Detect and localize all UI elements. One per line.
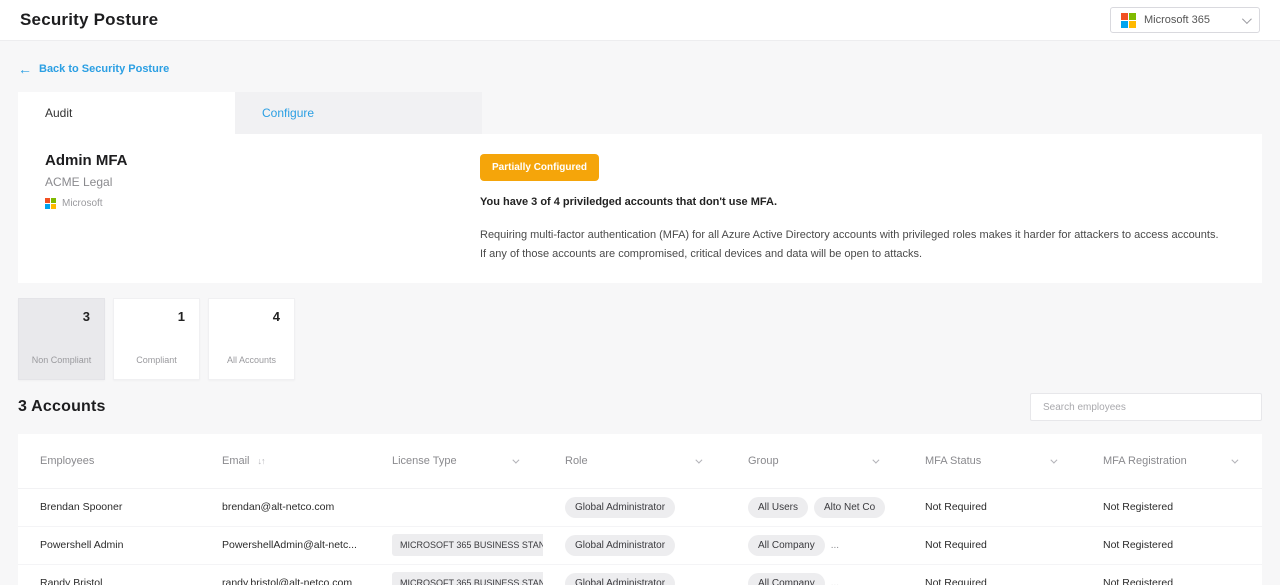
tab-bar: Audit Configure: [18, 92, 1262, 134]
table-row[interactable]: Brendan Spooner brendan@alt-netco.com Gl…: [18, 488, 1262, 526]
column-chevron-icon[interactable]: [695, 456, 702, 463]
stat-label: All Accounts: [209, 354, 294, 368]
group-more-indicator: ...: [831, 578, 839, 585]
license-pill: MICROSOFT 365 BUSINESS STAN: [392, 534, 543, 556]
cell-license: MICROSOFT 365 BUSINESS STAN: [370, 526, 543, 564]
detail-card: Admin MFA ACME Legal Microsoft Partially…: [18, 134, 1262, 283]
column-label: Role: [565, 455, 588, 467]
column-header[interactable]: Employees: [18, 434, 200, 488]
group-pill: All Users: [748, 497, 808, 518]
cell-mfa-registration: Not Registered: [1081, 526, 1262, 564]
cell-employee: Brendan Spooner: [18, 488, 200, 526]
stat-value: 1: [178, 309, 185, 324]
detail-card-left: Admin MFA ACME Legal Microsoft: [45, 152, 480, 263]
column-chevron-icon[interactable]: [512, 456, 519, 463]
stat-label: Non Compliant: [19, 354, 104, 368]
column-label: Group: [748, 455, 779, 467]
search-input[interactable]: [1030, 393, 1262, 421]
accounts-heading: 3 Accounts: [18, 398, 106, 416]
table-body: Brendan Spooner brendan@alt-netco.com Gl…: [18, 488, 1262, 585]
column-label: License Type: [392, 455, 457, 467]
stat-card-non-compliant[interactable]: 3 Non Compliant: [18, 298, 105, 380]
stat-cards: 3 Non Compliant 1 Compliant 4 All Accoun…: [18, 298, 1262, 380]
status-badge: Partially Configured: [480, 154, 599, 181]
group-pill: Alto Net Co: [814, 497, 885, 518]
column-header[interactable]: Role: [543, 434, 726, 488]
column-label: MFA Registration: [1103, 455, 1187, 467]
tenant-selector[interactable]: Microsoft 365: [1110, 7, 1260, 33]
license-pill: MICROSOFT 365 BUSINESS STAN: [392, 572, 543, 585]
cell-group: All Users Alto Net Co: [726, 488, 903, 526]
group-pill: All Company: [748, 573, 825, 585]
accounts-header: 3 Accounts: [18, 393, 1262, 421]
back-arrow-icon: ←: [18, 62, 32, 76]
accounts-table: Employees Email ↓↑ License Type Role Gro…: [18, 434, 1262, 585]
stat-card-all-accounts[interactable]: 4 All Accounts: [208, 298, 295, 380]
table-header-row: Employees Email ↓↑ License Type Role Gro…: [18, 434, 1262, 488]
tab-configure[interactable]: Configure: [235, 92, 482, 134]
back-row: ← Back to Security Posture: [0, 41, 1280, 92]
role-pill: Global Administrator: [565, 573, 675, 585]
cell-mfa-status: Not Required: [903, 564, 1081, 585]
cell-license: MICROSOFT 365 BUSINESS STAN: [370, 564, 543, 585]
cell-employee: Powershell Admin: [18, 526, 200, 564]
page-title: Security Posture: [20, 10, 158, 30]
cell-mfa-status: Not Required: [903, 488, 1081, 526]
cell-role: Global Administrator: [543, 564, 726, 585]
column-header[interactable]: Group: [726, 434, 903, 488]
back-link[interactable]: ← Back to Security Posture: [18, 62, 169, 76]
stat-label: Compliant: [114, 354, 199, 368]
column-header[interactable]: Email ↓↑: [200, 434, 370, 488]
role-pill: Global Administrator: [565, 497, 675, 518]
cell-employee: Randy Bristol: [18, 564, 200, 585]
table-row[interactable]: Randy Bristol randy.bristol@alt-netco.co…: [18, 564, 1262, 585]
cell-mfa-registration: Not Registered: [1081, 488, 1262, 526]
stat-card-compliant[interactable]: 1 Compliant: [113, 298, 200, 380]
column-label: MFA Status: [925, 455, 981, 467]
microsoft-logo-icon: [45, 198, 56, 209]
cell-role: Global Administrator: [543, 488, 726, 526]
table-row[interactable]: Powershell Admin PowershellAdmin@alt-net…: [18, 526, 1262, 564]
column-label: Employees: [40, 455, 94, 467]
group-more-indicator: ...: [831, 540, 839, 551]
company-name: ACME Legal: [45, 175, 480, 189]
tab-audit[interactable]: Audit: [18, 92, 235, 134]
column-header[interactable]: MFA Registration: [1081, 434, 1262, 488]
sort-arrows-icon[interactable]: ↓↑: [258, 456, 265, 466]
cell-group: All Company...: [726, 526, 903, 564]
detail-card-right: Partially Configured You have 3 of 4 pri…: [480, 152, 1226, 263]
microsoft-logo-icon: [1121, 13, 1136, 28]
cell-license: [370, 488, 543, 526]
cell-group-pills: All Company...: [748, 535, 903, 556]
cell-group: All Company...: [726, 564, 903, 585]
cell-email: randy.bristol@alt-netco.com: [200, 564, 370, 585]
back-link-label: Back to Security Posture: [39, 63, 169, 75]
top-bar: Security Posture Microsoft 365: [0, 0, 1280, 41]
column-chevron-icon[interactable]: [1231, 456, 1238, 463]
column-header[interactable]: License Type: [370, 434, 543, 488]
provider-row: Microsoft: [45, 198, 480, 209]
cell-mfa-registration: Not Registered: [1081, 564, 1262, 585]
cell-group-pills: All Users Alto Net Co: [748, 497, 903, 518]
cell-email: PowershellAdmin@alt-netc...: [200, 526, 370, 564]
role-pill: Global Administrator: [565, 535, 675, 556]
description-text: Requiring multi-factor authentication (M…: [480, 226, 1226, 263]
summary-text: You have 3 of 4 priviledged accounts tha…: [480, 196, 1226, 208]
cell-mfa-status: Not Required: [903, 526, 1081, 564]
accounts-table-card: Employees Email ↓↑ License Type Role Gro…: [18, 434, 1262, 585]
tenant-selector-label: Microsoft 365: [1144, 14, 1210, 26]
provider-label: Microsoft: [62, 198, 103, 209]
chevron-down-icon: [1242, 14, 1252, 24]
cell-group-pills: All Company...: [748, 573, 903, 585]
cell-email: brendan@alt-netco.com: [200, 488, 370, 526]
column-header[interactable]: MFA Status: [903, 434, 1081, 488]
column-chevron-icon[interactable]: [872, 456, 879, 463]
stat-value: 4: [273, 309, 280, 324]
cell-role: Global Administrator: [543, 526, 726, 564]
column-label: Email: [222, 455, 250, 467]
policy-title: Admin MFA: [45, 152, 480, 169]
column-chevron-icon[interactable]: [1050, 456, 1057, 463]
stat-value: 3: [83, 309, 90, 324]
group-pill: All Company: [748, 535, 825, 556]
